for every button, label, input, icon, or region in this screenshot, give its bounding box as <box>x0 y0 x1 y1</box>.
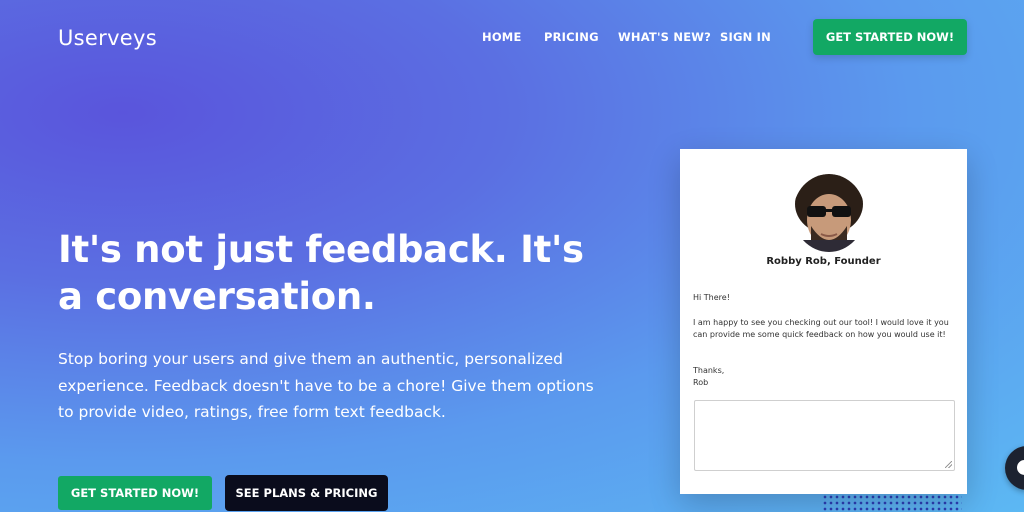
nav-whats-new[interactable]: WHAT'S NEW? <box>618 30 711 44</box>
nav-home[interactable]: HOME <box>482 30 522 44</box>
founder-avatar <box>793 174 865 252</box>
nav-pricing[interactable]: PRICING <box>544 30 599 44</box>
hero-subtitle: Stop boring your users and give them an … <box>58 350 594 421</box>
message-body: I am happy to see you checking out our t… <box>693 318 949 339</box>
see-plans-pricing-button[interactable]: SEE PLANS & PRICING <box>225 475 388 511</box>
get-started-nav-button[interactable]: GET STARTED NOW! <box>813 19 967 55</box>
get-started-button[interactable]: GET STARTED NOW! <box>58 476 212 510</box>
nav-sign-in[interactable]: SIGN IN <box>720 30 771 44</box>
hero-headline: It's not just feedback. It's a conversat… <box>58 228 584 318</box>
feedback-textarea[interactable] <box>694 400 955 471</box>
resize-handle-icon[interactable] <box>945 461 952 468</box>
decorative-dot-pattern <box>822 494 962 512</box>
message-closing: Thanks, <box>693 366 725 375</box>
chat-widget-button[interactable] <box>1005 446 1024 490</box>
founder-name: Robby Rob, Founder <box>766 256 881 267</box>
feedback-card: Robby Rob, Founder Hi There! I am happy … <box>680 149 967 494</box>
logo[interactable]: Userveys <box>58 26 157 50</box>
message-greeting: Hi There! <box>693 293 730 302</box>
chat-bubble-icon <box>1017 460 1024 475</box>
message-signature: Rob <box>693 378 709 387</box>
